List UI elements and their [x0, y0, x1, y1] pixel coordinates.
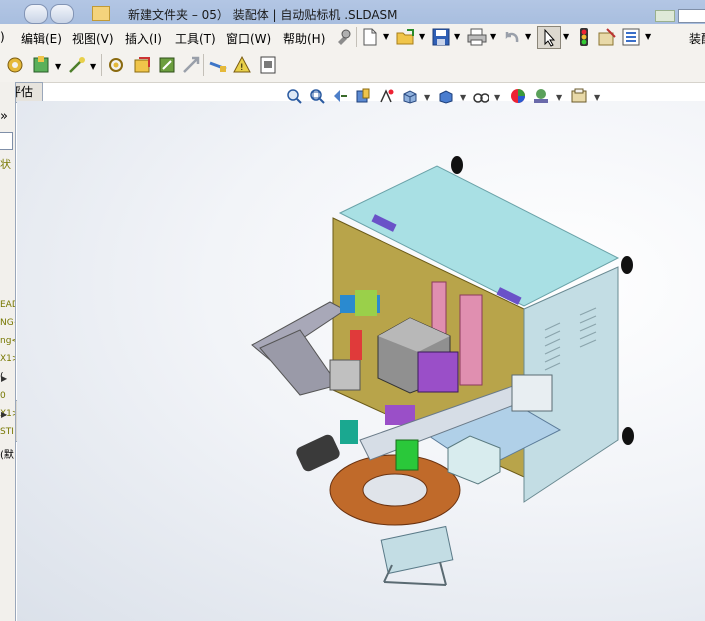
menu-insert[interactable]: 插入(I): [125, 30, 162, 47]
section-view-icon[interactable]: [355, 88, 371, 104]
assembly-model[interactable]: [240, 150, 640, 595]
apply-scene-icon[interactable]: [533, 88, 549, 104]
menu-file-fragment[interactable]: ): [0, 30, 5, 44]
traffic-light-icon[interactable]: [578, 27, 590, 47]
view-orientation-dropdown-icon[interactable]: ▼: [424, 93, 430, 102]
cursor-icon: [544, 28, 556, 47]
tree-item[interactable]: EAD: [0, 300, 15, 310]
open-folder-icon[interactable]: [396, 28, 416, 46]
properties-icon[interactable]: [622, 28, 640, 46]
forward-button[interactable]: [50, 4, 74, 24]
tree-item[interactable]: NG<: [0, 318, 15, 328]
tree-item[interactable]: STI: [0, 427, 14, 437]
explode-line-icon[interactable]: [208, 55, 228, 75]
interference-detection-icon[interactable]: !: [232, 55, 252, 75]
grey-component: [329, 359, 361, 391]
hide-show-dropdown-icon[interactable]: ▼: [494, 93, 500, 102]
view-settings-icon[interactable]: [571, 88, 587, 104]
address-field[interactable]: [678, 9, 705, 23]
mate-dropdown-icon[interactable]: ▼: [90, 62, 96, 71]
tree-item[interactable]: 0: [0, 391, 6, 401]
select-dropdown-icon[interactable]: ▼: [563, 32, 569, 41]
edit-appearance-icon[interactable]: [510, 88, 526, 104]
menu-tools[interactable]: 工具(T): [175, 30, 216, 47]
window-title: 新建文件夹 – 05） 装配体 | 自动贴标机 .SLDASM: [128, 8, 398, 22]
print-dropdown-icon[interactable]: ▼: [490, 32, 496, 41]
toolbar-separator: [203, 54, 204, 76]
previous-view-icon[interactable]: [332, 88, 348, 104]
exploded-view-icon[interactable]: [181, 55, 201, 75]
move-component-icon[interactable]: [106, 55, 126, 75]
view-orientation-icon[interactable]: [401, 88, 417, 104]
menu-window[interactable]: 窗口(W): [226, 30, 271, 47]
filter-field[interactable]: [0, 132, 13, 150]
new-document-icon[interactable]: [362, 28, 378, 46]
display-style-icon[interactable]: [437, 88, 453, 104]
zoom-to-area-icon[interactable]: [309, 88, 325, 104]
undo-dropdown-icon[interactable]: ▼: [525, 32, 531, 41]
caster-wheel: [451, 156, 463, 174]
pink-rail: [459, 294, 483, 386]
menu-view[interactable]: 视图(V): [72, 30, 114, 47]
menu-separator: [356, 27, 357, 47]
rotate-component-icon[interactable]: [133, 55, 153, 75]
tree-item[interactable]: 状: [0, 156, 11, 172]
caster-wheel: [622, 427, 634, 445]
red-component: [350, 330, 362, 360]
toolbar-separator: [101, 54, 102, 76]
gear-component-icon[interactable]: [5, 55, 25, 75]
menu-bar: ) 编辑(E) 视图(V) 插入(I) 工具(T) 窗口(W) 帮助(H) ▼ …: [0, 24, 705, 51]
back-button[interactable]: [24, 4, 48, 24]
display-style-dropdown-icon[interactable]: ▼: [460, 93, 466, 102]
green-actuator: [395, 439, 419, 471]
insert-component-icon[interactable]: [31, 55, 51, 75]
tree-item[interactable]: X1>: [0, 354, 15, 364]
zoom-to-fit-icon[interactable]: [286, 88, 302, 104]
expand-arrow-icon[interactable]: ▶: [1, 374, 7, 383]
menu-edit[interactable]: 编辑(E): [21, 30, 62, 47]
scene-dropdown-icon[interactable]: ▼: [556, 93, 562, 102]
dynamic-annotation-icon[interactable]: [378, 88, 394, 104]
purple-block: [417, 351, 459, 393]
open-dropdown-icon[interactable]: ▼: [419, 32, 425, 41]
select-button[interactable]: [537, 26, 561, 49]
smart-fasteners-icon[interactable]: [157, 55, 177, 75]
pin-icon[interactable]: [334, 28, 352, 46]
instant3d-icon[interactable]: [258, 55, 278, 75]
drive-motor: [296, 434, 340, 472]
green-component: [355, 290, 377, 316]
save-icon[interactable]: [432, 28, 450, 46]
command-toolbar: ▼ ▼ !: [0, 50, 705, 83]
insert-dropdown-icon[interactable]: ▼: [55, 62, 61, 71]
view-settings-dropdown-icon[interactable]: ▼: [594, 93, 600, 102]
svg-text:!: !: [240, 63, 244, 73]
side-bracket: [511, 374, 553, 412]
tree-item[interactable]: (默: [0, 446, 14, 461]
menu-assembly[interactable]: 装配: [689, 30, 705, 47]
save-dropdown-icon[interactable]: ▼: [454, 32, 460, 41]
feature-tree-panel: » 状 EAD NG< ng< X1> ( 0 X1> STI (默 ▶ ▶: [0, 82, 16, 621]
tree-item[interactable]: ng<: [0, 336, 15, 346]
reel-hub: [362, 473, 428, 507]
menu-help[interactable]: 帮助(H): [283, 30, 325, 47]
caster-wheel: [621, 256, 633, 274]
restore-icon[interactable]: [655, 10, 675, 22]
new-dropdown-icon[interactable]: ▼: [383, 32, 389, 41]
undo-icon[interactable]: [503, 28, 521, 46]
folder-icon: [92, 6, 110, 21]
properties-dropdown-icon[interactable]: ▼: [645, 32, 651, 41]
teal-component: [340, 420, 358, 444]
options-icon[interactable]: [598, 28, 616, 46]
expand-arrow-icon[interactable]: ▶: [1, 410, 7, 419]
title-bar: 新建文件夹 – 05） 装配体 | 自动贴标机 .SLDASM: [0, 0, 705, 24]
hide-show-items-icon[interactable]: [473, 88, 489, 104]
print-icon[interactable]: [467, 28, 487, 46]
mate-icon[interactable]: [67, 55, 87, 75]
collapse-panel-icon[interactable]: »: [0, 109, 8, 124]
